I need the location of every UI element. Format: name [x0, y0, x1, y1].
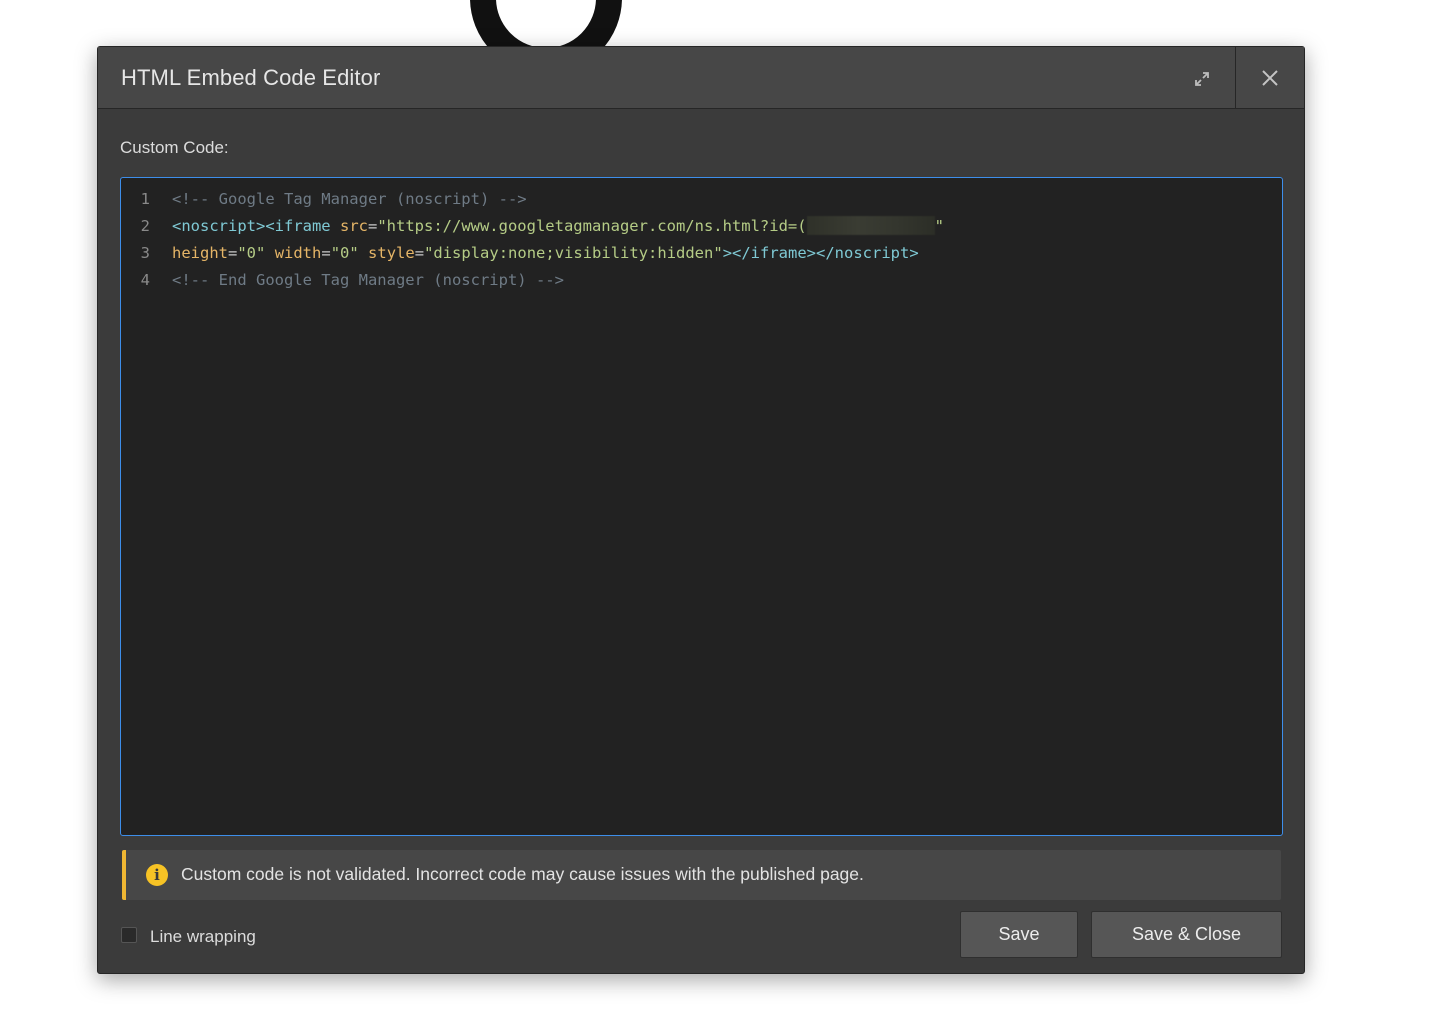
code-comment: <!-- Google Tag Manager (noscript) -->	[172, 190, 527, 208]
dialog-titlebar: HTML Embed Code Editor	[98, 47, 1304, 109]
dialog-title: HTML Embed Code Editor	[121, 65, 381, 90]
save-button[interactable]: Save	[960, 911, 1078, 958]
code-tag: ></iframe></noscript>	[722, 244, 919, 262]
validation-warning: i Custom code is not validated. Incorrec…	[122, 850, 1281, 900]
code-eq: =	[367, 217, 378, 235]
code-attr: width	[274, 244, 322, 262]
code-string: "display:none;visibility:hidden"	[424, 244, 723, 262]
expand-icon	[1195, 72, 1209, 86]
code-string: "0"	[330, 244, 359, 262]
code-editor[interactable]: 1 <!-- Google Tag Manager (noscript) --> …	[120, 177, 1283, 836]
code-string: "0"	[237, 244, 266, 262]
line-wrapping-label[interactable]: Line wrapping	[150, 927, 256, 947]
save-and-close-button[interactable]: Save & Close	[1091, 911, 1282, 958]
code-string-end: "	[934, 217, 944, 235]
warning-text: Custom code is not validated. Incorrect …	[181, 864, 864, 884]
line-number: 3	[140, 244, 150, 262]
close-icon	[1262, 70, 1278, 86]
line-number: 4	[140, 271, 150, 289]
code-comment: <!-- End Google Tag Manager (noscript) -…	[172, 271, 564, 289]
line-number: 1	[140, 190, 150, 208]
expand-button[interactable]	[1184, 61, 1220, 97]
line-number: 2	[140, 217, 150, 235]
code-eq: =	[228, 244, 238, 262]
code-attr: style	[368, 244, 415, 262]
code-line-1: 1 <!-- Google Tag Manager (noscript) -->	[121, 186, 527, 213]
code-line-2: 2 <noscript><iframe src="https://www.goog…	[121, 213, 944, 240]
code-eq: =	[321, 244, 331, 262]
html-embed-code-editor-dialog: HTML Embed Code Editor Custom Code: 1 <!-…	[97, 46, 1305, 974]
code-attr: src	[339, 217, 368, 235]
custom-code-label: Custom Code:	[120, 138, 229, 157]
line-wrapping-checkbox[interactable]	[121, 927, 137, 943]
code-attr: height	[172, 244, 228, 262]
code-tag: <noscript><iframe	[172, 217, 340, 235]
close-button[interactable]	[1235, 47, 1304, 109]
code-eq: =	[414, 244, 425, 262]
redacted-id	[806, 216, 935, 235]
code-line-4: 4 <!-- End Google Tag Manager (noscript) …	[121, 267, 564, 294]
info-icon: i	[146, 864, 168, 886]
code-line-3: 3 height="0" width="0" style="display:non…	[121, 240, 919, 267]
code-string: "https://www.googletagmanager.com/ns.htm…	[377, 217, 807, 235]
